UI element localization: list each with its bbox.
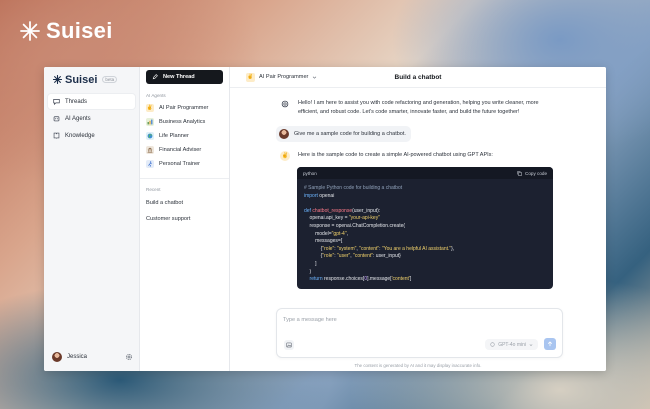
message-text: Give me a sample code for building a cha…: [294, 130, 406, 137]
copy-code-button[interactable]: Copy code: [517, 171, 547, 176]
user-profile[interactable]: Jessica: [52, 352, 133, 362]
agent-item-business-analytics[interactable]: Business Analytics: [140, 115, 229, 129]
pencil-icon: [152, 74, 158, 80]
agents-section-title: AI Agents: [146, 93, 166, 98]
avatar: [279, 129, 289, 139]
sparkle-icon: [20, 21, 40, 41]
message-input[interactable]: [283, 315, 543, 325]
bank-icon: [146, 146, 154, 154]
user-message-bubble: Give me a sample code for building a cha…: [276, 126, 411, 142]
user-name: Jessica: [67, 354, 88, 360]
divider: [140, 178, 229, 179]
code-language: python: [303, 170, 317, 176]
chevron-down-icon: [529, 343, 533, 346]
recent-item-build-a-chatbot[interactable]: Build a chatbot: [140, 195, 229, 211]
openai-icon: [490, 342, 495, 347]
user-message: Give me a sample code for building a cha…: [276, 126, 411, 142]
agent-label: Life Planner: [159, 133, 189, 139]
new-thread-button[interactable]: New Thread: [146, 70, 223, 84]
chat-area: ✌ AI Pair Programmer Build a chatbot Hel…: [230, 67, 606, 371]
copy-icon: [517, 170, 522, 176]
assistant-message-welcome: Hello! I am here to assist you with code…: [280, 99, 552, 116]
sparkle-icon: [53, 75, 62, 84]
agent-selector[interactable]: ✌ AI Pair Programmer: [230, 72, 317, 82]
chat-icon: [53, 99, 60, 105]
chat-header: ✌ AI Pair Programmer Build a chatbot: [230, 67, 606, 88]
brand-name: Suisei: [46, 18, 113, 43]
message-composer: GPT-4o mini: [276, 308, 563, 358]
model-label: GPT-4o mini: [498, 341, 526, 348]
sidebar-item-label: AI Agents: [65, 115, 91, 122]
arrow-up-icon: [547, 341, 553, 347]
attach-image-button[interactable]: [284, 340, 294, 350]
sidebar-nav: Threads AI Agents Knowledge: [44, 94, 139, 143]
app-name: Suisei: [65, 73, 98, 86]
message-text: Hello! I am here to assist you with code…: [298, 100, 539, 115]
openai-icon: [280, 99, 290, 109]
code-content: # Sample Python code for building a chat…: [304, 185, 455, 283]
recent-section-title: Recent: [146, 187, 161, 192]
gear-icon[interactable]: [125, 353, 133, 361]
agent-item-personal-trainer[interactable]: Personal Trainer: [140, 157, 229, 171]
agents-panel: New Thread AI Agents ✌ AI Pair Programme…: [140, 67, 230, 371]
send-button[interactable]: [544, 338, 556, 350]
agent-label: Personal Trainer: [159, 161, 201, 167]
peace-hand-icon: ✌: [246, 72, 255, 82]
avatar: [52, 352, 62, 362]
sidebar-item-label: Knowledge: [65, 132, 95, 139]
agent-item-ai-pair-programmer[interactable]: ✌ AI Pair Programmer: [140, 101, 229, 115]
agent-label: Business Analytics: [159, 119, 206, 125]
agent-label: AI Pair Programmer: [159, 105, 209, 111]
sidebar: Suisei beta Threads AI Agents Knowledge …: [44, 67, 140, 371]
runner-icon: [146, 160, 154, 168]
chevron-down-icon: [313, 76, 317, 79]
robot-icon: [53, 116, 60, 122]
image-icon: [286, 342, 292, 348]
agent-selector-label: AI Pair Programmer: [259, 74, 309, 80]
sidebar-item-knowledge[interactable]: Knowledge: [48, 128, 135, 143]
assistant-message-reply: ✌ Here is the sample code to create a si…: [280, 151, 493, 161]
globe-icon: [146, 132, 154, 140]
copy-code-label: Copy code: [525, 170, 547, 176]
brand-logo: Suisei: [20, 18, 113, 44]
peace-hand-icon: ✌: [146, 104, 154, 112]
app-window: Suisei beta Threads AI Agents Knowledge …: [44, 67, 606, 371]
sidebar-item-label: Threads: [65, 98, 88, 105]
ai-disclaimer: The content is generated by AI and it ma…: [354, 363, 482, 368]
recent-item-customer-support[interactable]: Customer support: [140, 211, 229, 227]
beta-badge: beta: [102, 76, 118, 83]
code-block: python Copy code # Sample Python code fo…: [297, 167, 553, 289]
sidebar-item-threads[interactable]: Threads: [48, 94, 135, 109]
peace-hand-icon: ✌: [280, 151, 290, 161]
new-thread-label: New Thread: [163, 74, 195, 80]
message-text: Here is the sample code to create a simp…: [298, 152, 493, 158]
agent-item-life-planner[interactable]: Life Planner: [140, 129, 229, 143]
code-header: python Copy code: [297, 167, 553, 179]
chart-icon: [146, 118, 154, 126]
agent-item-financial-adviser[interactable]: Financial Adviser: [140, 143, 229, 157]
model-selector[interactable]: GPT-4o mini: [485, 339, 538, 350]
agent-label: Financial Adviser: [159, 147, 202, 153]
sidebar-item-ai-agents[interactable]: AI Agents: [48, 111, 135, 126]
app-logo[interactable]: Suisei beta: [44, 67, 139, 87]
book-icon: [53, 132, 60, 139]
